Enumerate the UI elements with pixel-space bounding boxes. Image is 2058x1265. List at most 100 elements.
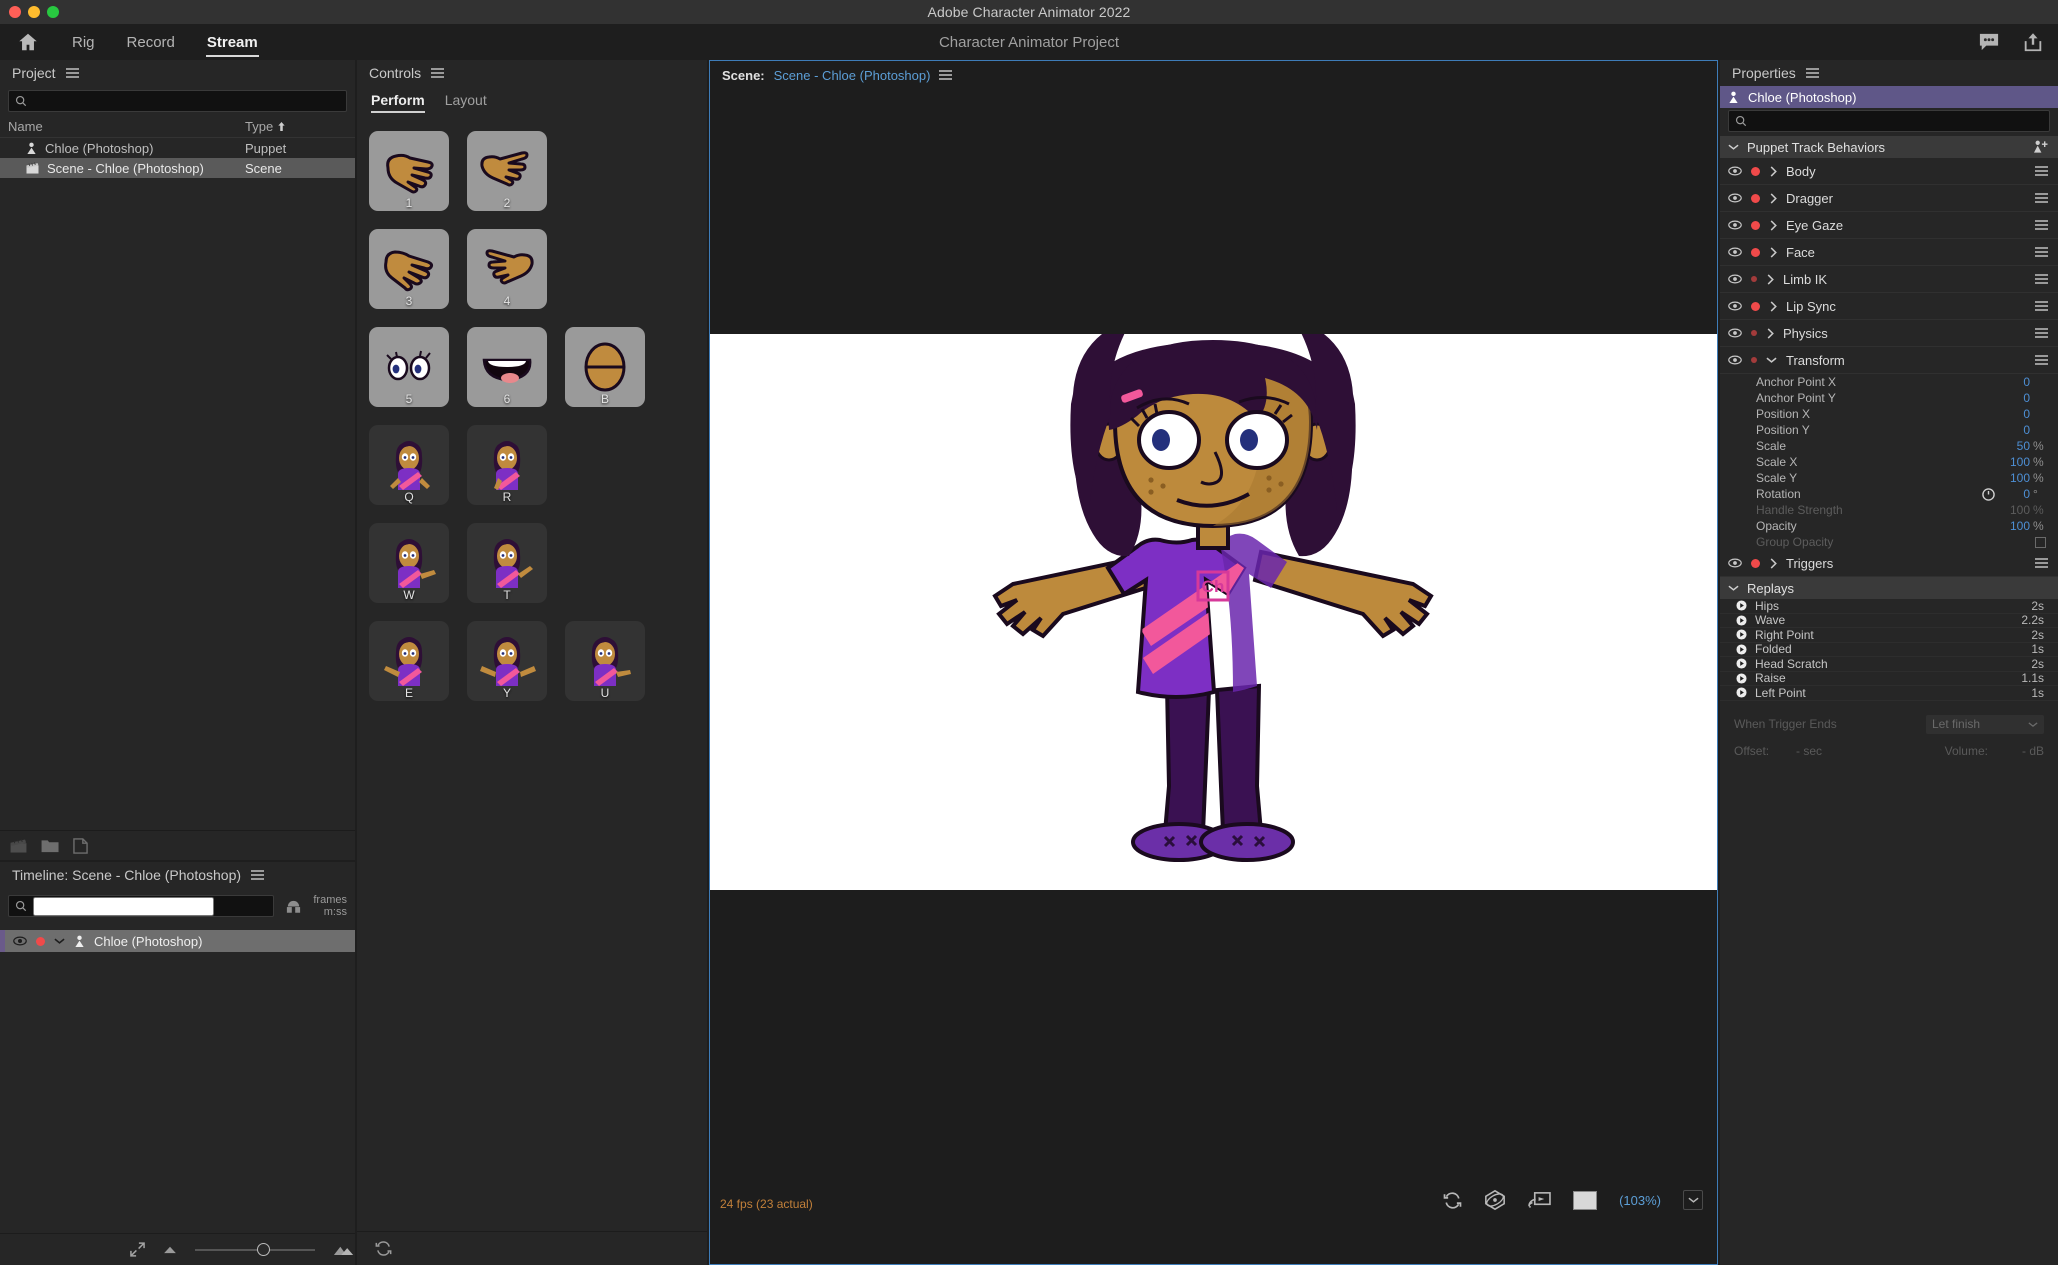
refresh-icon[interactable] [1443,1191,1462,1210]
behavior-row-triggers[interactable]: Triggers [1720,550,2058,577]
property-row-scale[interactable]: Scale 50% [1720,438,2058,454]
property-value[interactable]: 100 [2010,519,2030,533]
trigger-button-W[interactable]: W [369,523,467,621]
arm-record-dot[interactable] [1751,166,1760,176]
replay-row-folded[interactable]: Folded 1s [1720,642,2058,657]
tab-layout[interactable]: Layout [445,92,487,113]
property-value[interactable]: 100 [2010,455,2030,469]
eye-icon[interactable] [13,936,27,946]
hamburger-menu-icon[interactable] [2035,272,2048,287]
timeline-search-box[interactable] [8,895,275,917]
eye-icon[interactable] [1728,220,1742,230]
property-value[interactable]: 0 [2023,407,2030,421]
chevron-right-icon[interactable] [1769,219,1777,231]
arm-record-dot[interactable] [1751,276,1757,282]
property-value[interactable]: 100 [2010,471,2030,485]
behavior-row-dragger[interactable]: Dragger [1720,185,2058,212]
trigger-tile[interactable]: Q [369,425,449,505]
eye-icon[interactable] [1728,274,1742,284]
scene-name[interactable]: Scene - Chloe (Photoshop) [774,68,931,83]
maximize-window-button[interactable] [47,6,59,18]
replay-row-left-point[interactable]: Left Point 1s [1720,686,2058,701]
property-value[interactable]: 0 [2023,423,2030,437]
when-trigger-ends-select[interactable]: Let finish [1926,714,2044,734]
trigger-button-Q[interactable]: Q [369,425,467,523]
trigger-tile[interactable]: 6 [467,327,547,407]
chevron-down-icon[interactable] [54,937,65,945]
trigger-tile[interactable]: 1 [369,131,449,211]
property-value[interactable]: 100 [2010,503,2030,517]
trigger-tile[interactable]: E [369,621,449,701]
trigger-tile[interactable]: W [369,523,449,603]
project-row-puppet[interactable]: Chloe (Photoshop) Puppet [0,138,355,158]
eye-icon[interactable] [1728,558,1742,568]
property-row-position-x[interactable]: Position X 0 [1720,406,2058,422]
play-icon[interactable] [1736,644,1747,655]
chevron-down-icon[interactable] [1728,584,1739,592]
chevron-down-icon[interactable] [1728,143,1739,151]
property-row-scale-x[interactable]: Scale X 100% [1720,454,2058,470]
chevron-down-icon[interactable] [1766,356,1777,364]
timeline-zoom-slider[interactable] [195,1243,315,1256]
trigger-button-5[interactable]: 5 [369,327,467,425]
hamburger-menu-icon[interactable] [2035,353,2048,368]
hamburger-menu-icon[interactable] [2035,556,2048,571]
share-icon[interactable] [2022,31,2044,53]
scene-stage-area[interactable]: Ch 24 fps (23 actual) (103%) [710,89,1717,1219]
chevron-down-icon[interactable] [1683,1190,1703,1210]
properties-search-box[interactable] [1728,110,2050,132]
timeline-search-input[interactable] [33,896,214,916]
chevron-right-icon[interactable] [1769,557,1777,569]
chevron-right-icon[interactable] [1769,192,1777,204]
arm-record-dot[interactable] [1751,357,1757,363]
trigger-button-2[interactable]: 2 [467,131,565,229]
project-search-input[interactable] [33,91,340,111]
trigger-button-1[interactable]: 1 [369,131,467,229]
arm-record-dot[interactable] [1751,301,1760,311]
volume-value[interactable]: - dB [2022,744,2044,758]
tab-rig[interactable]: Rig [56,24,111,60]
play-icon[interactable] [1736,600,1747,611]
play-icon[interactable] [1736,687,1747,698]
group-opacity-checkbox[interactable] [2035,536,2046,548]
minimize-window-button[interactable] [28,6,40,18]
add-behavior-icon[interactable] [2033,140,2048,154]
puppet-artwork[interactable]: Ch [710,334,1717,890]
snap-icon[interactable] [284,898,303,915]
eye-icon[interactable] [1728,247,1742,257]
column-header-type[interactable]: Type [245,119,355,134]
tab-stream[interactable]: Stream [191,24,274,60]
hamburger-menu-icon[interactable] [251,868,265,883]
hamburger-menu-icon[interactable] [1805,66,1819,81]
eye-icon[interactable] [1728,328,1742,338]
replay-row-hips[interactable]: Hips 2s [1720,599,2058,614]
tab-perform[interactable]: Perform [371,92,425,113]
arm-record-dot[interactable] [1751,193,1760,203]
hamburger-menu-icon[interactable] [2035,218,2048,233]
property-row-anchor-point-x[interactable]: Anchor Point X 0 [1720,374,2058,390]
camera-orbit-icon[interactable] [1484,1189,1506,1211]
behavior-row-eye-gaze[interactable]: Eye Gaze [1720,212,2058,239]
timeline-zoom-knob[interactable] [257,1243,270,1256]
puppet-track-behaviors-header[interactable]: Puppet Track Behaviors [1720,136,2058,158]
properties-search-input[interactable] [1753,111,2043,131]
chevron-right-icon[interactable] [1769,246,1777,258]
new-scene-icon[interactable] [10,838,27,853]
trigger-button-4[interactable]: 4 [467,229,565,327]
property-row-opacity[interactable]: Opacity 100% [1720,518,2058,534]
trigger-tile[interactable]: 2 [467,131,547,211]
property-row-scale-y[interactable]: Scale Y 100% [1720,470,2058,486]
hamburger-menu-icon[interactable] [2035,299,2048,314]
behavior-row-limb-ik[interactable]: Limb IK [1720,266,2058,293]
replay-row-wave[interactable]: Wave 2.2s [1720,613,2058,628]
behavior-row-face[interactable]: Face [1720,239,2058,266]
arm-record-dot[interactable] [36,936,45,946]
trigger-tile[interactable]: T [467,523,547,603]
property-row-group-opacity[interactable]: Group Opacity [1720,534,2058,550]
eye-icon[interactable] [1728,166,1742,176]
scene-canvas[interactable]: Ch [710,334,1717,890]
behavior-row-transform[interactable]: Transform [1720,347,2058,374]
new-folder-icon[interactable] [41,838,59,853]
behavior-row-physics[interactable]: Physics [1720,320,2058,347]
trigger-button-Y[interactable]: Y [467,621,565,719]
